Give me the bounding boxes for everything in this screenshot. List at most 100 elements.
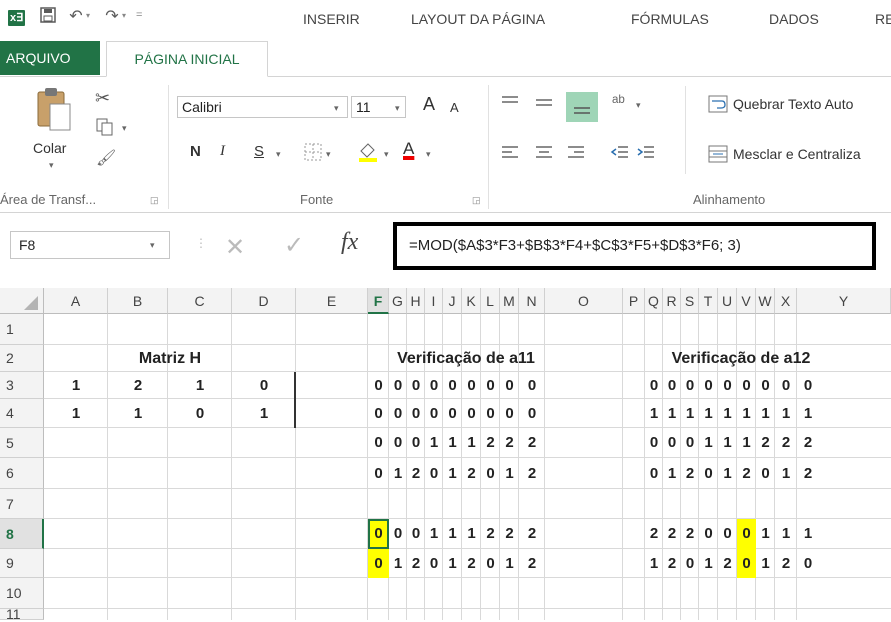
fill-color-icon[interactable] xyxy=(356,139,380,166)
a12-cell[interactable]: 0 xyxy=(699,519,718,549)
a11-cell[interactable]: 0 xyxy=(389,519,407,549)
a11-cell[interactable]: 1 xyxy=(425,519,443,549)
a11-cell[interactable]: 0 xyxy=(481,372,500,399)
paste-label[interactable]: Colar xyxy=(33,140,66,156)
a11-cell[interactable]: 2 xyxy=(481,519,500,549)
a11-cell[interactable]: 0 xyxy=(481,458,500,489)
redo-dropdown-icon[interactable]: ▾ xyxy=(122,11,126,20)
name-box[interactable]: F8 xyxy=(10,231,170,259)
customize-qat-icon[interactable]: = xyxy=(136,9,142,21)
a11-cell[interactable]: 0 xyxy=(500,372,519,399)
row-header-6[interactable]: 6 xyxy=(0,458,44,489)
a12-cell[interactable]: 0 xyxy=(737,519,756,549)
column-header-r[interactable]: R xyxy=(663,288,681,314)
a11-cell[interactable]: 1 xyxy=(443,519,462,549)
a11-cell[interactable]: 0 xyxy=(443,399,462,428)
a11-cell[interactable]: 0 xyxy=(425,399,443,428)
a12-cell[interactable]: 1 xyxy=(663,399,681,428)
font-color-dropdown-icon[interactable]: ▾ xyxy=(426,149,431,160)
check-a11-title[interactable]: Verificação de a11 xyxy=(368,345,564,372)
a12-cell[interactable]: 2 xyxy=(775,549,797,578)
format-painter-icon[interactable]: 🖌 xyxy=(96,148,116,168)
a11-cell[interactable]: 0 xyxy=(407,428,425,458)
a11-cell[interactable]: 0 xyxy=(368,399,389,428)
a12-cell[interactable]: 1 xyxy=(645,399,663,428)
a11-cell[interactable]: 1 xyxy=(443,549,462,578)
a12-cell[interactable]: 0 xyxy=(737,549,756,578)
paste-icon[interactable] xyxy=(34,86,74,137)
a11-cell[interactable]: 2 xyxy=(500,519,519,549)
column-header-i[interactable]: I xyxy=(425,288,443,314)
a12-cell[interactable]: 2 xyxy=(797,428,819,458)
matrix-h-cell[interactable]: 0 xyxy=(168,399,232,428)
align-left-icon[interactable] xyxy=(500,144,520,163)
a12-cell[interactable]: 0 xyxy=(756,458,775,489)
font-launcher-icon[interactable]: ◲ xyxy=(472,195,481,206)
a11-cell[interactable]: 2 xyxy=(519,428,545,458)
tab-formulas[interactable]: FÓRMULAS xyxy=(631,9,709,29)
a11-cell[interactable]: 2 xyxy=(500,428,519,458)
a12-cell[interactable]: 1 xyxy=(699,399,718,428)
bold-button[interactable]: N xyxy=(190,143,201,160)
a12-cell[interactable]: 1 xyxy=(718,428,737,458)
a12-cell[interactable]: 0 xyxy=(718,372,737,399)
column-header-l[interactable]: L xyxy=(481,288,500,314)
row-header-4[interactable]: 4 xyxy=(0,399,44,428)
a12-cell[interactable]: 2 xyxy=(737,458,756,489)
a11-cell[interactable]: 2 xyxy=(519,458,545,489)
column-header-w[interactable]: W xyxy=(756,288,775,314)
a12-cell[interactable]: 1 xyxy=(699,428,718,458)
column-header-k[interactable]: K xyxy=(462,288,481,314)
column-header-a[interactable]: A xyxy=(44,288,108,314)
grow-font-button[interactable]: A xyxy=(423,94,435,115)
wrap-text-button[interactable]: Quebrar Texto Auto xyxy=(733,96,853,112)
a11-cell[interactable]: 2 xyxy=(519,519,545,549)
column-header-f[interactable]: F xyxy=(368,288,389,314)
a11-cell[interactable]: 0 xyxy=(462,372,481,399)
a12-cell[interactable]: 1 xyxy=(699,549,718,578)
align-bottom-icon[interactable] xyxy=(566,92,598,122)
column-header-h[interactable]: H xyxy=(407,288,425,314)
redo-icon[interactable]: ↷ xyxy=(102,7,122,27)
a12-cell[interactable]: 2 xyxy=(645,519,663,549)
a11-cell[interactable]: 0 xyxy=(481,399,500,428)
tab-insert[interactable]: INSERIR xyxy=(303,9,360,29)
tab-page-layout[interactable]: LAYOUT DA PÁGINA xyxy=(411,9,545,29)
a11-cell[interactable]: 0 xyxy=(462,399,481,428)
matrix-h-cell[interactable]: 0 xyxy=(232,372,296,399)
cancel-icon[interactable]: ✕ xyxy=(225,233,245,262)
a11-cell[interactable]: 2 xyxy=(481,428,500,458)
copy-icon[interactable] xyxy=(96,118,114,139)
matrix-h-cell[interactable]: 1 xyxy=(44,399,108,428)
a11-cell[interactable]: 1 xyxy=(443,428,462,458)
a12-cell[interactable]: 0 xyxy=(797,372,819,399)
column-header-t[interactable]: T xyxy=(699,288,718,314)
a12-cell[interactable]: 1 xyxy=(797,519,819,549)
formula-input[interactable]: =MOD($A$3*F3+$B$3*F4+$C$3*F5+$D$3*F6; 3) xyxy=(393,222,876,270)
underline-button[interactable]: S xyxy=(254,143,264,160)
a12-cell[interactable]: 0 xyxy=(737,372,756,399)
a11-cell[interactable]: 0 xyxy=(389,372,407,399)
a12-cell[interactable]: 0 xyxy=(645,372,663,399)
align-middle-icon[interactable] xyxy=(534,94,554,113)
a12-cell[interactable]: 1 xyxy=(663,458,681,489)
column-header-q[interactable]: Q xyxy=(645,288,663,314)
increase-indent-icon[interactable] xyxy=(636,144,656,163)
a11-cell[interactable]: 0 xyxy=(407,519,425,549)
a11-cell[interactable]: 0 xyxy=(368,519,389,549)
wrap-text-icon[interactable] xyxy=(708,95,728,116)
align-center-icon[interactable] xyxy=(534,144,554,163)
column-header-n[interactable]: N xyxy=(519,288,545,314)
a11-cell[interactable]: 0 xyxy=(368,549,389,578)
column-header-g[interactable]: G xyxy=(389,288,407,314)
matrix-h-cell[interactable]: 1 xyxy=(108,399,168,428)
underline-dropdown-icon[interactable]: ▾ xyxy=(276,149,281,160)
a11-cell[interactable]: 0 xyxy=(425,372,443,399)
undo-icon[interactable]: ↶ xyxy=(66,7,86,27)
a12-cell[interactable]: 0 xyxy=(663,428,681,458)
row-header-7[interactable]: 7 xyxy=(0,489,44,519)
column-header-c[interactable]: C xyxy=(168,288,232,314)
a12-cell[interactable]: 1 xyxy=(775,519,797,549)
matrix-h-title[interactable]: Matriz H xyxy=(44,345,296,372)
matrix-h-cell[interactable]: 2 xyxy=(108,372,168,399)
